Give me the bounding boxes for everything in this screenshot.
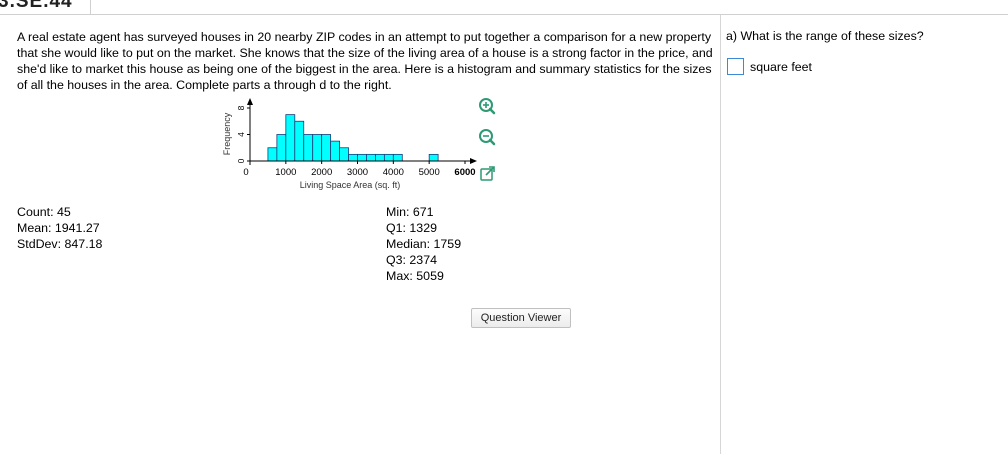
zoom-in-icon[interactable] xyxy=(477,97,497,117)
histogram-chart: 0 1000 2000 3000 4000 5000 6000 048 Frequency … xyxy=(220,98,510,203)
y-tick-label: 8 xyxy=(236,105,246,110)
stat-stddev: StdDev: 847.18 xyxy=(17,237,103,251)
stat-median: Median: 1759 xyxy=(386,237,462,251)
summary-stats-right: Min: 671 Q1: 1329 Median: 1759 Q3: 2374 … xyxy=(386,204,461,284)
histogram-bar xyxy=(366,153,376,162)
histogram-bar xyxy=(267,147,278,162)
histogram-bar xyxy=(303,134,314,162)
histogram-bar xyxy=(357,153,367,162)
zoom-out-icon[interactable] xyxy=(477,128,497,148)
y-axis-label: Frequency xyxy=(222,112,232,155)
histogram-bar xyxy=(330,140,340,162)
answer-row: square feet xyxy=(727,58,812,75)
exercise-id: 3.SE.44 xyxy=(0,0,73,12)
question-part-a: a) What is the range of these sizes? xyxy=(726,29,924,43)
stat-q3: Q3: 2374 xyxy=(386,253,437,267)
top-divider xyxy=(0,14,1008,15)
question-viewer-button[interactable]: Question Viewer xyxy=(471,308,571,328)
y-axis-arrow xyxy=(247,98,253,105)
histogram-bar xyxy=(383,153,394,162)
x-axis-arrow xyxy=(470,158,477,164)
x-tick-label: 3000 xyxy=(347,167,368,178)
histogram-bar xyxy=(392,153,403,162)
problem-statement: A real estate agent has surveyed houses … xyxy=(17,30,713,92)
histogram-bar xyxy=(321,134,332,162)
y-tick-label: 0 xyxy=(236,158,246,163)
stat-count: Count: 45 xyxy=(17,205,71,219)
x-tick-label: 0 xyxy=(243,167,248,178)
open-external-icon[interactable] xyxy=(478,164,498,184)
x-axis-label: Living Space Area (sq. ft) xyxy=(300,180,401,190)
stat-mean: Mean: 1941.27 xyxy=(17,221,100,235)
stat-q1: Q1: 1329 xyxy=(386,221,437,235)
histogram-bar xyxy=(285,114,296,162)
panel-divider xyxy=(720,15,721,454)
histogram-bar xyxy=(339,147,349,162)
histogram-bar xyxy=(375,153,385,162)
range-answer-input[interactable] xyxy=(727,58,744,75)
x-tick-label: 5000 xyxy=(419,167,440,178)
x-tick-label: 6000 xyxy=(454,167,475,178)
summary-stats-left: Count: 45 Mean: 1941.27 StdDev: 847.18 xyxy=(17,204,102,252)
y-tick-label: 4 xyxy=(236,132,246,137)
histogram-bar xyxy=(294,120,305,162)
histogram-bar xyxy=(276,134,287,162)
histogram-bar xyxy=(348,153,358,162)
histogram-svg: 0 1000 2000 3000 4000 5000 6000 048 Frequency … xyxy=(222,98,477,190)
stat-max: Max: 5059 xyxy=(386,269,444,283)
answer-unit: square feet xyxy=(750,59,812,74)
stat-min: Min: 671 xyxy=(386,205,434,219)
x-tick-label: 1000 xyxy=(275,167,296,178)
x-tick-label: 2000 xyxy=(311,167,332,178)
x-tick-label: 4000 xyxy=(383,167,404,178)
histogram-bar xyxy=(312,134,323,162)
histogram-bar xyxy=(428,153,439,162)
